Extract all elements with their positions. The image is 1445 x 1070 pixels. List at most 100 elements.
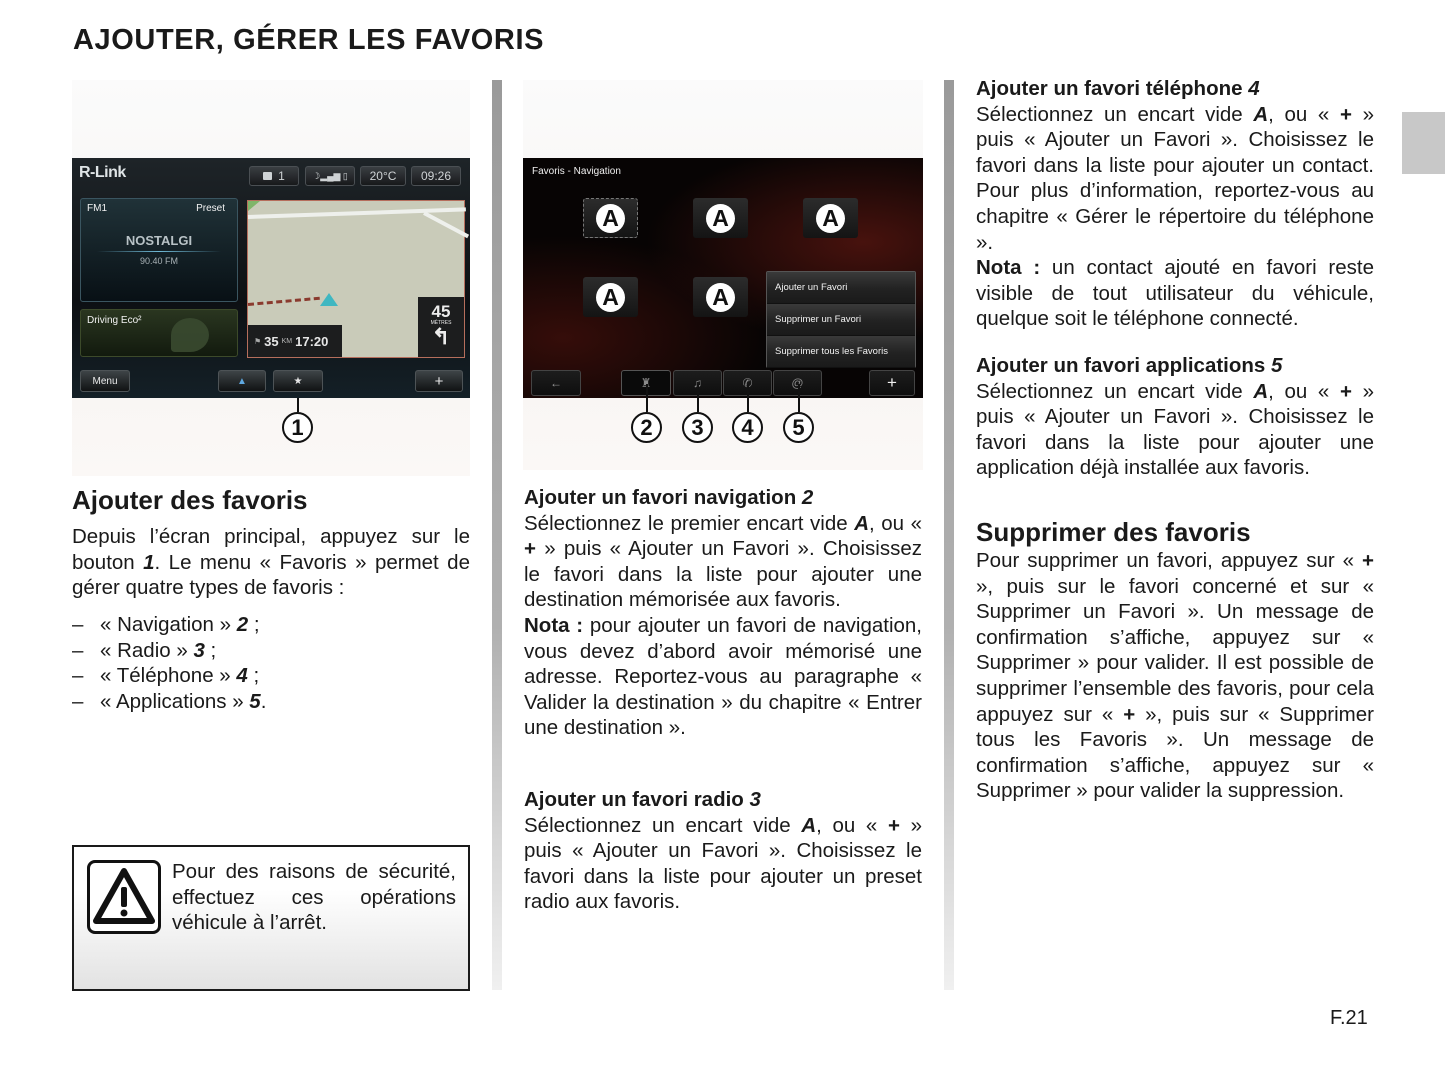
section-heading-radio-favorite: Ajouter un favori radio 3 bbox=[524, 787, 922, 813]
plus-reference: + bbox=[1362, 549, 1374, 572]
heading-text: Ajouter un favori applications bbox=[976, 354, 1272, 377]
favorites-button[interactable]: ★ bbox=[273, 370, 323, 392]
radio-favorite-paragraph: Sélectionnez un encart vide A, ou « + » … bbox=[524, 813, 922, 915]
menu-item-add-favorite[interactable]: Ajouter un Favori bbox=[767, 272, 915, 304]
info-icon bbox=[263, 172, 273, 180]
section-heading-apps-favorite: Ajouter un favori applications 5 bbox=[976, 353, 1374, 379]
slot-a-icon: A bbox=[706, 282, 735, 312]
delete-favorites-paragraph: Pour supprimer un favori, appuyez sur « … bbox=[976, 548, 1374, 804]
empty-slot-a-icon: A bbox=[596, 203, 625, 233]
heading-text: Ajouter un favori navigation bbox=[524, 486, 802, 509]
heading-text: Ajouter un favori radio bbox=[524, 788, 750, 811]
list-item-end: ; bbox=[247, 664, 260, 688]
paragraph-text: Sélectionnez le premier encart vide bbox=[524, 511, 855, 535]
slot-a-icon: A bbox=[596, 282, 625, 312]
apps-favorite-section: Ajouter un favori applications 5 Sélecti… bbox=[976, 353, 1374, 481]
navigation-arrow-icon: ▲ bbox=[237, 375, 247, 387]
reference-number: 2 bbox=[801, 486, 814, 509]
paragraph-text: , ou « bbox=[1268, 379, 1340, 403]
page-number: F.21 bbox=[1330, 1007, 1368, 1029]
nav-favorite-note: Nota : pour ajouter un favori de navigat… bbox=[524, 613, 922, 741]
reference-number: 5 bbox=[249, 689, 261, 713]
callout-leader bbox=[747, 384, 749, 412]
reference-number: 5 bbox=[1271, 354, 1283, 377]
plus-button[interactable]: + bbox=[869, 370, 915, 396]
paragraph-text: » puis « Ajouter un Favori ». Choisissez… bbox=[524, 537, 922, 612]
phone-favorite-note: Nota : un contact ajouté en favori reste… bbox=[976, 255, 1374, 332]
paragraph-text: , ou « bbox=[816, 813, 888, 837]
paragraph-text: Pour supprimer un favori, appuyez sur « bbox=[976, 549, 1363, 572]
callout-3: 3 bbox=[682, 412, 713, 443]
reference-number: 1 bbox=[143, 550, 155, 574]
menu-button[interactable]: Menu bbox=[80, 370, 130, 392]
radio-divider bbox=[97, 251, 221, 252]
favorite-slot[interactable]: A bbox=[583, 277, 638, 317]
list-dash: – bbox=[72, 664, 84, 688]
list-dash: – bbox=[72, 689, 84, 713]
driving-eco-widget[interactable]: Driving Eco² bbox=[80, 309, 238, 357]
slot-a-icon: A bbox=[706, 203, 735, 233]
list-item-text: « Téléphone » bbox=[100, 664, 237, 688]
slot-a-icon: A bbox=[816, 203, 845, 233]
destination-flag-icon: ⚑ bbox=[254, 336, 262, 346]
radio-preset-label: Preset bbox=[196, 203, 225, 214]
turn-left-arrow-icon: ↰ bbox=[431, 324, 451, 349]
plus-reference: + bbox=[1123, 702, 1136, 726]
list-dash: – bbox=[72, 613, 84, 636]
list-item-text: « Applications » bbox=[100, 689, 250, 713]
back-button[interactable]: ← bbox=[531, 370, 581, 396]
note-label: Nota : bbox=[524, 613, 584, 637]
phone-favorite-paragraph: Sélectionnez un encart vide A, ou « + » … bbox=[976, 102, 1374, 256]
info-status-button[interactable]: 1 bbox=[249, 166, 299, 186]
list-item: – « Applications » 5. bbox=[72, 689, 470, 715]
reference-number: 3 bbox=[749, 788, 761, 811]
menu-item-delete-favorite[interactable]: Supprimer un Favori bbox=[767, 304, 915, 336]
list-item-text: « Navigation » bbox=[100, 613, 237, 636]
callout-leader bbox=[798, 384, 800, 412]
section-heading-delete-favorites: Supprimer des favoris bbox=[976, 517, 1251, 547]
phone-favorite-section: Ajouter un favori téléphone 4 Sélectionn… bbox=[976, 76, 1374, 332]
clock-status: 09:26 bbox=[411, 166, 461, 186]
callout-2: 2 bbox=[631, 412, 662, 443]
nav-favorite-paragraph: Sélectionnez le premier encart vide A, o… bbox=[524, 511, 922, 613]
column-divider bbox=[944, 80, 954, 990]
phone-signal-status: ☽▂▄▆ ▯ bbox=[305, 166, 355, 186]
note-text: pour ajouter un favori de navigation, vo… bbox=[524, 613, 923, 740]
arrival-time: 17:20 bbox=[295, 333, 329, 349]
radio-band: FM1 bbox=[87, 203, 107, 214]
menu-item-delete-all-favorites[interactable]: Supprimer tous les Favoris bbox=[767, 336, 915, 368]
navigation-button[interactable]: ▲ bbox=[218, 370, 266, 392]
navigation-map[interactable]: ⚑ 35 KM 17:20 45 MÈTRES ↰ bbox=[247, 200, 470, 358]
paragraph-text: Sélectionnez un encart vide bbox=[976, 379, 1254, 403]
slot-reference: A bbox=[801, 813, 817, 837]
heading-text: Ajouter un favori téléphone bbox=[976, 77, 1249, 100]
reference-number: 4 bbox=[236, 664, 248, 688]
paragraph-text: , ou « bbox=[869, 511, 923, 535]
temperature-status: 20°C bbox=[360, 166, 406, 186]
radio-widget[interactable]: FM1 Preset NOSTALGI 90.40 FM bbox=[80, 198, 238, 302]
phone-signal-battery-icon: ☽▂▄▆ ▯ bbox=[312, 170, 348, 181]
page-title: AJOUTER, GÉRER LES FAVORIS bbox=[73, 24, 545, 56]
nav-favorite-section: Ajouter un favori navigation 2 Sélection… bbox=[524, 485, 922, 741]
favorite-slot-empty[interactable]: A bbox=[583, 198, 638, 238]
callout-1: 1 bbox=[282, 412, 313, 443]
warning-triangle-icon bbox=[87, 860, 161, 934]
slot-reference: A bbox=[1253, 379, 1269, 403]
remaining-distance: 35 bbox=[264, 333, 279, 349]
radio-frequency: 90.40 FM bbox=[139, 256, 179, 266]
plus-reference: + bbox=[524, 537, 536, 561]
list-dash: – bbox=[72, 638, 84, 662]
list-item: – « Radio » 3 ; bbox=[72, 638, 470, 664]
favorite-slot[interactable]: A bbox=[803, 198, 858, 238]
plus-reference: + bbox=[1339, 102, 1352, 126]
favorite-types-list: – « Navigation » 2 ; – « Radio » 3 ; – « Té… bbox=[72, 612, 470, 714]
favorite-slot[interactable]: A bbox=[693, 198, 748, 238]
vehicle-position-icon bbox=[320, 293, 338, 306]
column-divider bbox=[492, 80, 502, 990]
favorite-slot[interactable]: A bbox=[693, 277, 748, 317]
section-heading-phone-favorite: Ajouter un favori téléphone 4 bbox=[976, 76, 1374, 102]
plus-button[interactable]: + bbox=[415, 370, 463, 392]
screen-title: Favoris - Navigation bbox=[532, 166, 621, 177]
favorites-navigation-screen: Favoris - Navigation A A A A A Ajouter u… bbox=[523, 158, 923, 398]
apps-favorite-paragraph: Sélectionnez un encart vide A, ou « + » … bbox=[976, 379, 1374, 481]
